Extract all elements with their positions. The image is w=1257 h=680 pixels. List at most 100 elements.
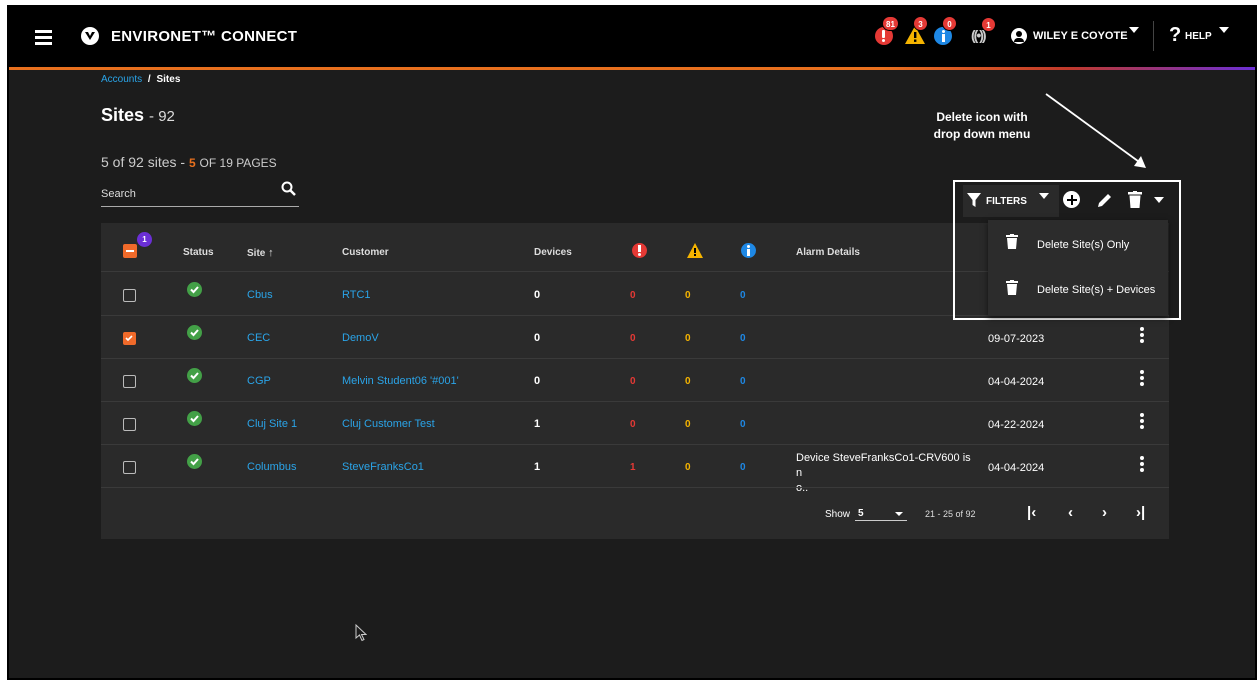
warning-count: 0 (685, 462, 691, 473)
user-icon[interactable] (1011, 28, 1027, 44)
last-page-icon[interactable]: ›| (1136, 504, 1145, 521)
critical-alert-icon[interactable]: 81 (875, 16, 899, 45)
annotation-line-2: drop down menu (933, 127, 1031, 141)
select-all-checkbox[interactable] (123, 244, 137, 258)
column-header-customer[interactable]: Customer (342, 247, 389, 258)
menu-icon[interactable] (35, 30, 52, 48)
column-header-site-label: Site (247, 248, 266, 259)
page-title-text: Sites (101, 105, 145, 125)
last-updated-date: 09-07-2023 (988, 333, 1045, 345)
alarm-details-line-2: o.. (796, 482, 809, 494)
row-checkbox-checked[interactable] (123, 332, 136, 345)
add-site-icon[interactable] (1063, 191, 1080, 208)
delete-sites-only-option[interactable]: Delete Site(s) Only (988, 220, 1168, 268)
info-count-badge: 0 (942, 16, 957, 31)
site-link[interactable]: Cbus (247, 289, 273, 301)
user-name[interactable]: WILEY E COYOTE (1033, 30, 1128, 42)
info-count: 0 (740, 290, 746, 301)
first-page-icon[interactable]: |‹ (1027, 504, 1036, 521)
column-header-warning-icon[interactable] (686, 242, 704, 259)
site-link[interactable]: Cluj Site 1 (247, 418, 297, 430)
help-icon[interactable]: ? (1169, 24, 1181, 47)
row-checkbox[interactable] (123, 289, 136, 302)
wireless-icon[interactable]: ((•)) 1 (971, 17, 996, 43)
page-size-select[interactable]: 5 (855, 501, 907, 521)
next-page-icon[interactable]: › (1102, 504, 1107, 521)
delete-icon[interactable] (1128, 191, 1142, 208)
warning-count: 0 (685, 376, 691, 387)
status-ok-icon (187, 325, 202, 340)
warning-count: 0 (685, 419, 691, 430)
filters-button[interactable]: FILTERS (963, 185, 1059, 217)
customer-link[interactable]: RTC1 (342, 289, 371, 301)
site-link[interactable]: CGP (247, 375, 271, 387)
column-header-status[interactable]: Status (183, 247, 214, 258)
annotation-line-1: Delete icon with (936, 110, 1028, 124)
row-checkbox[interactable] (123, 375, 136, 388)
row-divider (101, 444, 1169, 445)
breadcrumb-accounts-link[interactable]: Accounts (101, 74, 142, 85)
search-label: Search (101, 188, 136, 200)
info-count: 0 (740, 462, 746, 473)
column-header-info-icon[interactable] (741, 243, 756, 258)
last-updated-date: 04-04-2024 (988, 462, 1045, 474)
page-size-value: 5 (858, 508, 864, 519)
status-ok-icon (187, 411, 202, 426)
app-window: ENVIRONET™ CONNECT 81 3 0 ((•)) 1 WILEY … (7, 5, 1257, 680)
warning-alert-icon[interactable]: 3 (904, 16, 928, 50)
delete-dropdown-menu: Delete Site(s) Only Delete Site(s) + Dev… (988, 220, 1168, 316)
critical-count: 0 (630, 376, 636, 387)
critical-count: 1 (630, 462, 636, 473)
info-count: 0 (740, 376, 746, 387)
last-updated-date: 04-04-2024 (988, 376, 1045, 388)
customer-link[interactable]: Melvin Student06 '#001' (342, 375, 459, 387)
page-title: Sites - 92 (101, 105, 175, 126)
header-accent-bar (9, 67, 1255, 70)
sites-shown-text: 5 of 92 sites - (101, 154, 186, 170)
delete-sites-and-devices-option[interactable]: Delete Site(s) + Devices (988, 268, 1168, 316)
search-field[interactable]: Search (101, 179, 299, 207)
row-actions-icon[interactable] (1140, 327, 1144, 345)
info-count: 0 (740, 333, 746, 344)
column-header-devices[interactable]: Devices (534, 247, 572, 258)
column-header-alarm-details[interactable]: Alarm Details (796, 247, 860, 258)
help-dropdown-icon[interactable] (1219, 27, 1229, 33)
column-header-critical-icon[interactable] (632, 243, 647, 258)
status-ok-icon (187, 282, 202, 297)
top-bar: ENVIRONET™ CONNECT 81 3 0 ((•)) 1 WILEY … (9, 7, 1255, 67)
customer-link[interactable]: SteveFranksCo1 (342, 461, 424, 473)
devices-count: 1 (534, 461, 541, 473)
devices-count: 0 (534, 289, 541, 301)
previous-page-icon[interactable]: ‹ (1068, 504, 1073, 521)
critical-count: 0 (630, 333, 636, 344)
row-actions-icon[interactable] (1140, 413, 1144, 431)
chevron-down-icon (895, 512, 903, 516)
trash-icon (1006, 280, 1018, 295)
row-actions-icon[interactable] (1140, 456, 1144, 474)
row-divider (101, 401, 1169, 402)
delete-dropdown-icon[interactable] (1154, 197, 1164, 203)
row-checkbox[interactable] (123, 418, 136, 431)
site-link[interactable]: CEC (247, 332, 270, 344)
logo-icon (81, 27, 99, 45)
breadcrumb: Accounts / Sites (101, 74, 180, 85)
status-ok-icon (187, 368, 202, 383)
page-range: 21 - 25 of 92 (925, 509, 976, 519)
customer-link[interactable]: DemoV (342, 332, 379, 344)
column-header-site[interactable]: Site ↑ (247, 247, 274, 259)
edit-icon[interactable] (1097, 192, 1113, 208)
help-label[interactable]: HELP (1185, 31, 1212, 42)
user-dropdown-icon[interactable] (1129, 27, 1139, 33)
row-checkbox[interactable] (123, 461, 136, 474)
info-alert-icon[interactable]: 0 (934, 16, 957, 45)
last-updated-date: 04-22-2024 (988, 419, 1045, 431)
app-title: ENVIRONET™ CONNECT (111, 28, 298, 45)
row-actions-icon[interactable] (1140, 370, 1144, 388)
site-link[interactable]: Columbus (247, 461, 297, 473)
search-icon[interactable] (281, 181, 296, 196)
info-count: 0 (740, 419, 746, 430)
row-divider (101, 487, 1169, 488)
filter-icon (967, 193, 981, 207)
devices-count: 0 (534, 375, 541, 387)
customer-link[interactable]: Cluj Customer Test (342, 418, 435, 430)
